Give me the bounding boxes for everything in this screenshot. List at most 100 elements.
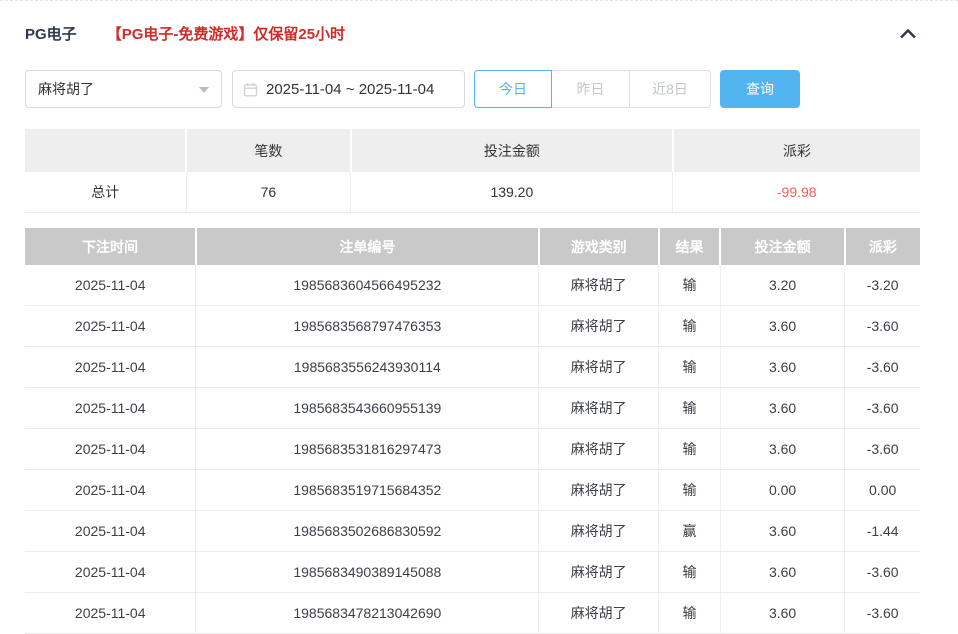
summary-bet-amount-value: 139.20 [350, 172, 673, 213]
order-no-cell: 1985683604566495232 [195, 265, 539, 306]
summary-header-row: 笔数 投注金额 派彩 [25, 129, 920, 172]
order-no-cell: 1985683531816297473 [195, 428, 539, 470]
quick-filter-yesterday[interactable]: 昨日 [552, 70, 630, 108]
panel-header: PG电子 【PG电子-免费游戏】仅保留25小时 [25, 23, 920, 44]
bet-amount-cell: 3.60 [719, 510, 845, 552]
payout-cell: -3.60 [844, 346, 920, 388]
bet-time-cell: 2025-11-04 [25, 387, 196, 429]
payout-cell: -3.60 [844, 551, 920, 593]
summary-payout-value: -99.98 [672, 172, 920, 213]
bet-time-cell: 2025-11-04 [25, 265, 196, 306]
quick-filter-group: 今日 昨日 近8日 [474, 70, 711, 108]
bet-amount-cell: 3.60 [719, 387, 845, 429]
summary-row-label: 总计 [25, 172, 187, 213]
payout-cell: -1.44 [844, 510, 920, 552]
date-range-input[interactable]: 2025-11-04 ~ 2025-11-04 [232, 70, 465, 108]
summary-total-row: 总计 76 139.20 -99.98 [25, 172, 920, 213]
bet-record-row: 2025-11-04 1985683604566495232 麻将胡了 输 3.… [25, 265, 920, 306]
caret-down-icon [199, 86, 209, 98]
game-type-cell: 麻将胡了 [538, 387, 659, 429]
bet-time-cell: 2025-11-04 [25, 510, 196, 552]
panel-title: PG电子 [25, 26, 77, 43]
summary-count-value: 76 [185, 172, 351, 213]
result-cell: 输 [658, 469, 721, 511]
bet-amount-cell: 3.60 [719, 305, 845, 347]
result-cell: 输 [658, 428, 721, 470]
collapse-panel-button[interactable] [896, 25, 920, 42]
game-type-cell: 麻将胡了 [538, 592, 659, 634]
game-select-value: 麻将胡了 [38, 81, 94, 97]
bet-time-cell: 2025-11-04 [25, 346, 196, 388]
bet-amount-cell: 3.60 [719, 346, 845, 388]
detail-header-row: 下注时间 注单编号 游戏类别 结果 投注金额 派彩 [25, 228, 920, 265]
payout-cell: -3.60 [844, 428, 920, 470]
quick-filter-today[interactable]: 今日 [474, 70, 552, 108]
bet-time-cell: 2025-11-04 [25, 469, 196, 511]
result-cell: 输 [658, 551, 721, 593]
detail-table-body: 2025-11-04 1985683604566495232 麻将胡了 输 3.… [25, 265, 920, 634]
calendar-icon [243, 82, 258, 96]
bet-amount-cell: 3.60 [719, 428, 845, 470]
bet-record-row: 2025-11-04 1985683478213042690 麻将胡了 输 3.… [25, 592, 920, 634]
chevron-up-icon [900, 28, 916, 39]
payout-cell: -3.60 [844, 387, 920, 429]
panel-notice: 【PG电子-免费游戏】仅保留25小时 [106, 26, 346, 43]
summary-col-count: 笔数 [185, 129, 351, 172]
bet-record-row: 2025-11-04 1985683519715684352 麻将胡了 输 0.… [25, 469, 920, 511]
detail-col-result: 结果 [657, 228, 721, 265]
result-cell: 输 [658, 305, 721, 347]
order-no-cell: 1985683556243930114 [195, 346, 539, 388]
summary-col-bet-amount: 投注金额 [349, 129, 673, 172]
order-no-cell: 1985683478213042690 [195, 592, 539, 634]
game-type-cell: 麻将胡了 [538, 469, 659, 511]
result-cell: 输 [658, 592, 721, 634]
result-cell: 输 [658, 387, 721, 429]
detail-col-order-no: 注单编号 [194, 228, 539, 265]
result-cell: 输 [658, 265, 721, 306]
order-no-cell: 1985683543660955139 [195, 387, 539, 429]
filter-bar: 麻将胡了 2025-11-04 ~ 2025-11-04 今日 昨日 近8日 查… [25, 70, 920, 108]
bet-record-row: 2025-11-04 1985683543660955139 麻将胡了 输 3.… [25, 387, 920, 429]
bet-time-cell: 2025-11-04 [25, 592, 196, 634]
result-cell: 赢 [658, 510, 721, 552]
payout-cell: 0.00 [844, 469, 920, 511]
detail-col-bet-amount: 投注金额 [719, 228, 845, 265]
summary-col-empty [25, 129, 187, 172]
detail-col-game-type: 游戏类别 [537, 228, 659, 265]
bet-record-row: 2025-11-04 1985683556243930114 麻将胡了 输 3.… [25, 346, 920, 388]
pg-report-panel: PG电子 【PG电子-免费游戏】仅保留25小时 麻将胡了 2025-11-04 … [0, 0, 958, 634]
game-select[interactable]: 麻将胡了 [25, 70, 222, 108]
bet-record-row: 2025-11-04 1985683490389145088 麻将胡了 输 3.… [25, 551, 920, 593]
game-type-cell: 麻将胡了 [538, 346, 659, 388]
payout-cell: -3.60 [844, 592, 920, 634]
quick-filter-last8days[interactable]: 近8日 [630, 70, 711, 108]
bet-record-row: 2025-11-04 1985683568797476353 麻将胡了 输 3.… [25, 305, 920, 347]
bet-time-cell: 2025-11-04 [25, 428, 196, 470]
payout-cell: -3.20 [844, 265, 920, 306]
game-type-cell: 麻将胡了 [538, 305, 659, 347]
bet-record-row: 2025-11-04 1985683502686830592 麻将胡了 赢 3.… [25, 510, 920, 552]
game-type-cell: 麻将胡了 [538, 265, 659, 306]
date-range-value: 2025-11-04 ~ 2025-11-04 [266, 80, 435, 98]
order-no-cell: 1985683490389145088 [195, 551, 539, 593]
bet-time-cell: 2025-11-04 [25, 551, 196, 593]
game-type-cell: 麻将胡了 [538, 510, 659, 552]
bet-amount-cell: 3.20 [719, 265, 845, 306]
bet-amount-cell: 3.60 [719, 592, 845, 634]
query-button[interactable]: 查询 [720, 70, 800, 108]
bet-amount-cell: 0.00 [719, 469, 845, 511]
order-no-cell: 1985683502686830592 [195, 510, 539, 552]
detail-col-bet-time: 下注时间 [25, 228, 196, 265]
bet-record-row: 2025-11-04 1985683531816297473 麻将胡了 输 3.… [25, 428, 920, 470]
summary-col-payout: 派彩 [671, 129, 920, 172]
game-type-cell: 麻将胡了 [538, 551, 659, 593]
bet-amount-cell: 3.60 [719, 551, 845, 593]
payout-cell: -3.60 [844, 305, 920, 347]
detail-col-payout: 派彩 [843, 228, 920, 265]
game-type-cell: 麻将胡了 [538, 428, 659, 470]
summary-table: 笔数 投注金额 派彩 总计 76 139.20 -99.98 [25, 129, 920, 213]
result-cell: 输 [658, 346, 721, 388]
bet-time-cell: 2025-11-04 [25, 305, 196, 347]
order-no-cell: 1985683568797476353 [195, 305, 539, 347]
detail-table: 下注时间 注单编号 游戏类别 结果 投注金额 派彩 2025-11-04 198… [25, 228, 920, 634]
